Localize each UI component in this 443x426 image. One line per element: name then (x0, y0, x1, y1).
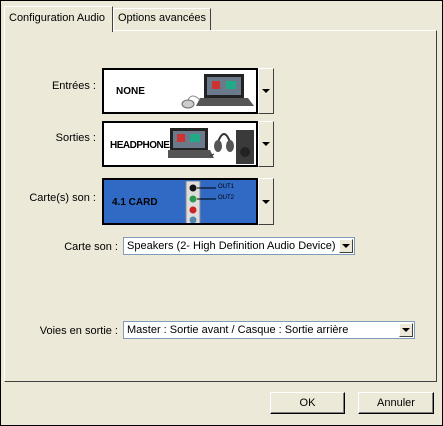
tab-configuration-audio[interactable]: Configuration Audio (4, 6, 113, 32)
tab-label: Options avancées (118, 12, 207, 24)
chevron-down-icon (262, 89, 270, 93)
out2-label: OUT2 (218, 195, 235, 201)
tab-options-avancees[interactable]: Options avancées (113, 8, 211, 30)
output-channels-select[interactable]: Master : Sortie avant / Casque : Sortie … (123, 321, 415, 339)
chevron-down-icon (262, 142, 270, 146)
cards-value: 4.1 CARD (112, 197, 158, 208)
output-channels-dropdown-button[interactable] (399, 323, 413, 337)
ok-button[interactable]: OK (270, 392, 345, 414)
sound-card-label: Carte son : (64, 241, 118, 253)
output-channels-label: Voies en sortie : (39, 325, 118, 337)
outputs-value: HEADPHONES (110, 140, 176, 151)
inputs-label: Entrées : (51, 80, 96, 92)
inputs-dropdown[interactable]: NONE (102, 68, 258, 114)
outputs-label: Sorties : (55, 132, 96, 144)
chevron-down-icon (262, 199, 270, 204)
sound-card-select[interactable]: Speakers (2- High Definition Audio Devic… (123, 237, 355, 255)
inputs-dropdown-button[interactable] (258, 68, 274, 114)
sound-card-dropdown-button[interactable] (339, 239, 353, 253)
outputs-dropdown-button[interactable] (258, 121, 274, 167)
chevron-down-icon (402, 328, 410, 332)
cancel-button[interactable]: Annuler (358, 392, 434, 414)
laptop-headphones-speaker-icon (168, 128, 254, 164)
cards-dropdown-button[interactable] (258, 178, 274, 225)
outputs-dropdown[interactable]: HEADPHONES (102, 121, 258, 167)
chevron-down-icon (342, 244, 350, 248)
out1-label: OUT1 (218, 184, 235, 190)
inputs-value: NONE (116, 86, 145, 97)
laptop-mouse-icon (181, 74, 254, 109)
tab-label: Configuration Audio (9, 12, 106, 24)
cards-dropdown[interactable]: 4.1 CARD OUT1 OUT2 (102, 178, 258, 225)
sound-card-value: Speakers (2- High Definition Audio Devic… (127, 240, 336, 252)
output-channels-value: Master : Sortie avant / Casque : Sortie … (127, 324, 349, 336)
cards-label: Carte(s) son : (29, 192, 96, 204)
